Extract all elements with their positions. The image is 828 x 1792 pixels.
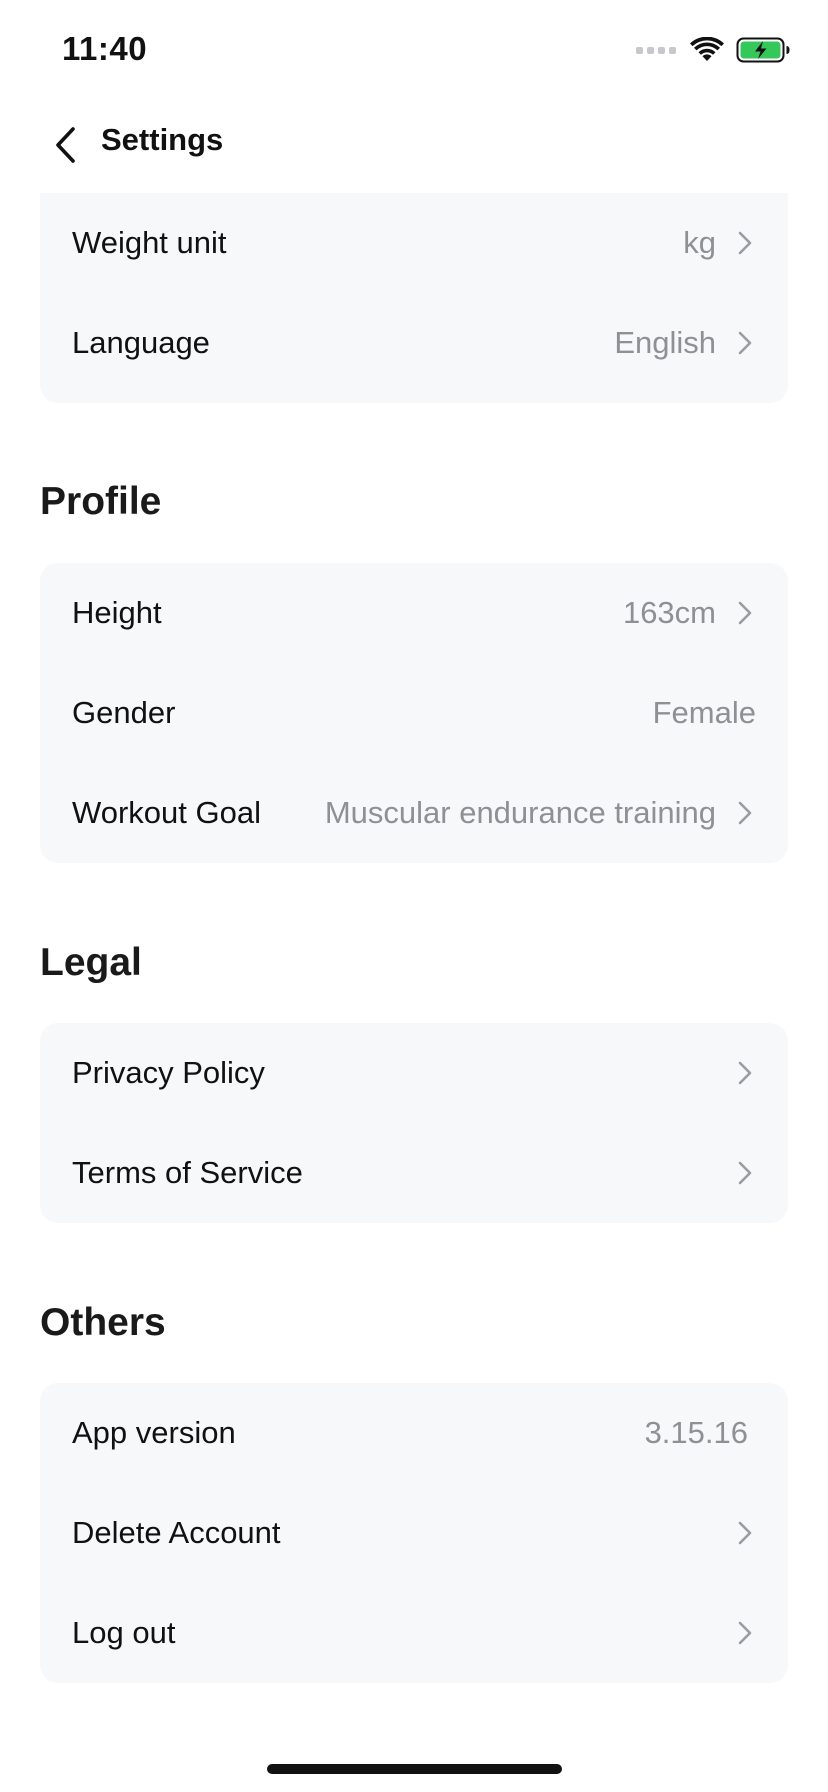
signal-icon	[636, 46, 676, 54]
row-value: English	[614, 325, 716, 360]
row-value: 163cm	[622, 595, 716, 630]
row-label: Workout Goal	[72, 795, 261, 830]
legal-group: Privacy Policy Terms of Service	[40, 1023, 788, 1223]
delete-account-row[interactable]: Delete Account	[40, 1483, 788, 1583]
profile-group: Height 163cm Gender Female Workout Goal …	[40, 563, 788, 863]
settings-screen: 11:40 Settings Weight unit kg Language E…	[0, 0, 828, 1792]
chevron-right-icon	[738, 801, 752, 825]
back-button[interactable]	[40, 120, 90, 170]
row-label: Delete Account	[72, 1515, 281, 1550]
section-title-profile: Profile	[40, 480, 162, 523]
section-title-others: Others	[40, 1301, 166, 1344]
battery-charging-icon	[736, 37, 790, 63]
row-value: Muscular endurance training	[324, 795, 716, 830]
privacy-policy-row[interactable]: Privacy Policy	[40, 1023, 788, 1123]
terms-of-service-row[interactable]: Terms of Service	[40, 1123, 788, 1223]
language-row[interactable]: Language English	[40, 293, 788, 393]
row-label: Log out	[72, 1615, 176, 1650]
chevron-right-icon	[738, 1521, 752, 1545]
section-title-legal: Legal	[40, 941, 142, 984]
row-label: Height	[72, 595, 162, 630]
chevron-right-icon	[738, 601, 752, 625]
row-label: Terms of Service	[72, 1155, 303, 1190]
weight-unit-row[interactable]: Weight unit kg	[40, 193, 788, 293]
wifi-icon	[690, 37, 724, 61]
log-out-row[interactable]: Log out	[40, 1583, 788, 1683]
navigation-bar: Settings	[0, 100, 828, 190]
row-label: Gender	[72, 695, 176, 730]
row-label: App version	[72, 1415, 236, 1450]
status-bar: 11:40	[0, 0, 828, 100]
height-row[interactable]: Height 163cm	[40, 563, 788, 663]
chevron-right-icon	[738, 1621, 752, 1645]
row-label: Language	[72, 325, 210, 360]
row-value: 3.15.16	[644, 1415, 748, 1450]
row-value: kg	[683, 225, 716, 260]
status-time: 11:40	[62, 30, 148, 67]
app-version-row: App version 3.15.16	[40, 1383, 788, 1483]
status-icons	[636, 34, 792, 66]
others-group: App version 3.15.16 Delete Account Log o…	[40, 1383, 788, 1683]
row-label: Privacy Policy	[72, 1055, 265, 1090]
preferences-group: Weight unit kg Language English	[40, 193, 788, 403]
chevron-right-icon	[738, 331, 752, 355]
chevron-right-icon	[738, 1161, 752, 1185]
home-indicator	[267, 1764, 562, 1774]
chevron-left-icon	[56, 127, 75, 163]
page-title: Settings	[101, 122, 224, 157]
row-label: Weight unit	[72, 225, 227, 260]
gender-row: Gender Female	[40, 663, 788, 763]
workout-goal-row[interactable]: Workout Goal Muscular endurance training	[40, 763, 788, 863]
chevron-right-icon	[738, 231, 752, 255]
chevron-right-icon	[738, 1061, 752, 1085]
row-value: Female	[652, 695, 756, 730]
